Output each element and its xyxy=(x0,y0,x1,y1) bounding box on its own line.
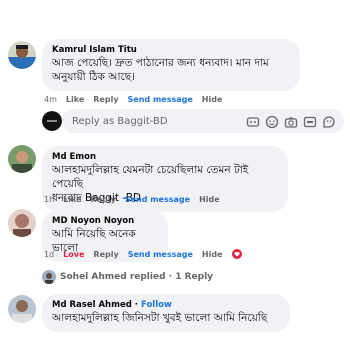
comment-actions: 1h Like Reply Send message Hide xyxy=(44,195,229,204)
like-button[interactable]: Like xyxy=(63,195,81,204)
comment-text: আজ পেয়েছি। দ্রুত পাঠানোর জন্য ধন্যবাদ। … xyxy=(52,57,269,83)
replies-summary[interactable]: Sohel Ahmed replied · 1 Reply xyxy=(60,272,213,282)
commenter-name[interactable]: MD Noyon Noyon xyxy=(52,216,158,227)
camera-icon[interactable] xyxy=(284,114,298,128)
composer-icons xyxy=(246,114,336,129)
heart-reaction-icon[interactable] xyxy=(231,249,242,259)
avatar-emon[interactable] xyxy=(8,145,36,173)
avatar-noyon[interactable] xyxy=(8,209,36,237)
comment-actions: 1d Love Reply Send message Hide xyxy=(44,249,251,259)
comment-bubble: Kamrul Islam Titu আজ পেয়েছি। দ্রুত পাঠা… xyxy=(42,39,300,91)
page-avatar xyxy=(42,111,62,131)
follow-button[interactable]: Follow xyxy=(141,300,172,310)
avatar-kamrul[interactable] xyxy=(8,41,36,69)
comment-time[interactable]: 4m xyxy=(44,95,57,104)
send-message-button[interactable]: Send message xyxy=(128,95,193,104)
reply-button[interactable]: Reply xyxy=(93,95,118,104)
commenter-name[interactable]: Md Rasel Ahmed xyxy=(52,300,132,310)
comment-actions: 4m Like Reply Send message Hide xyxy=(44,95,231,104)
like-button[interactable]: Like xyxy=(66,95,84,104)
sticker-face-icon[interactable] xyxy=(322,114,336,128)
hide-button[interactable]: Hide xyxy=(202,250,223,259)
emoji-icon[interactable] xyxy=(265,114,279,129)
sticker-icon[interactable] xyxy=(246,114,260,128)
hide-button[interactable]: Hide xyxy=(199,195,220,204)
send-message-button[interactable]: Send message xyxy=(125,195,190,204)
love-button[interactable]: Love xyxy=(63,250,84,259)
commenter-name[interactable]: Md Emon xyxy=(52,152,278,163)
view-replies[interactable]: Sohel Ahmed replied · 1 Reply xyxy=(42,270,213,284)
reply-avatar xyxy=(42,270,56,284)
reply-button[interactable]: Reply xyxy=(93,250,118,259)
name-separator: · xyxy=(131,300,141,310)
send-message-button[interactable]: Send message xyxy=(128,250,193,259)
comment-time[interactable]: 1d xyxy=(44,250,54,259)
reply-button[interactable]: Reply xyxy=(91,195,116,204)
commenter-header: Md Rasel Ahmed · Follow xyxy=(52,300,280,311)
reply-composer xyxy=(62,109,344,133)
gif-icon[interactable] xyxy=(303,114,317,128)
avatar-rasel[interactable] xyxy=(8,295,36,323)
reply-input[interactable] xyxy=(72,109,232,133)
hide-button[interactable]: Hide xyxy=(202,95,223,104)
comment-text: আলহামদুলিল্লাহ জিনিসটা খুবই ভালো আমি নিয… xyxy=(52,312,268,324)
commenter-name[interactable]: Kamrul Islam Titu xyxy=(52,45,290,56)
comment-time[interactable]: 1h xyxy=(44,195,54,204)
comment-bubble: Md Rasel Ahmed · Follow আলহামদুলিল্লাহ জ… xyxy=(42,294,290,332)
